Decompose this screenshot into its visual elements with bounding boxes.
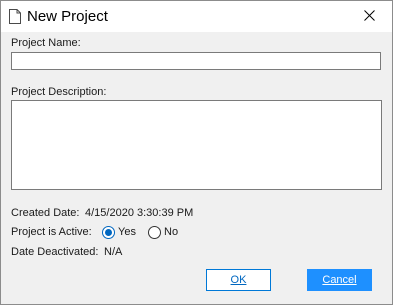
document-icon	[9, 9, 21, 24]
new-project-dialog: New Project Project Name: Project Descri…	[0, 0, 393, 305]
radio-button-unchecked[interactable]	[148, 225, 161, 239]
cancel-button[interactable]: Cancel	[307, 269, 372, 291]
project-description-label: Project Description:	[11, 86, 107, 98]
project-description-input[interactable]	[11, 100, 382, 190]
project-name-label: Project Name:	[11, 37, 81, 49]
active-yes-label: Yes	[118, 226, 136, 238]
active-yes-radio[interactable]: Yes	[102, 225, 136, 239]
active-no-label: No	[164, 226, 179, 238]
created-date-value: 4/15/2020 3:30:39 PM	[85, 207, 194, 219]
project-active-label: Project is Active:	[11, 226, 92, 238]
date-deactivated-label: Date Deactivated:	[11, 246, 99, 258]
ok-button[interactable]: OK	[206, 269, 271, 291]
active-no-radio[interactable]: No	[148, 225, 178, 239]
close-button[interactable]	[346, 1, 392, 32]
date-deactivated-value: N/A	[104, 246, 123, 258]
radio-button-checked[interactable]	[102, 225, 115, 239]
created-date-label: Created Date:	[11, 207, 80, 219]
window-title: New Project	[27, 8, 108, 25]
project-name-input[interactable]	[11, 52, 381, 70]
close-icon	[363, 9, 375, 24]
title-bar: New Project	[1, 1, 392, 32]
